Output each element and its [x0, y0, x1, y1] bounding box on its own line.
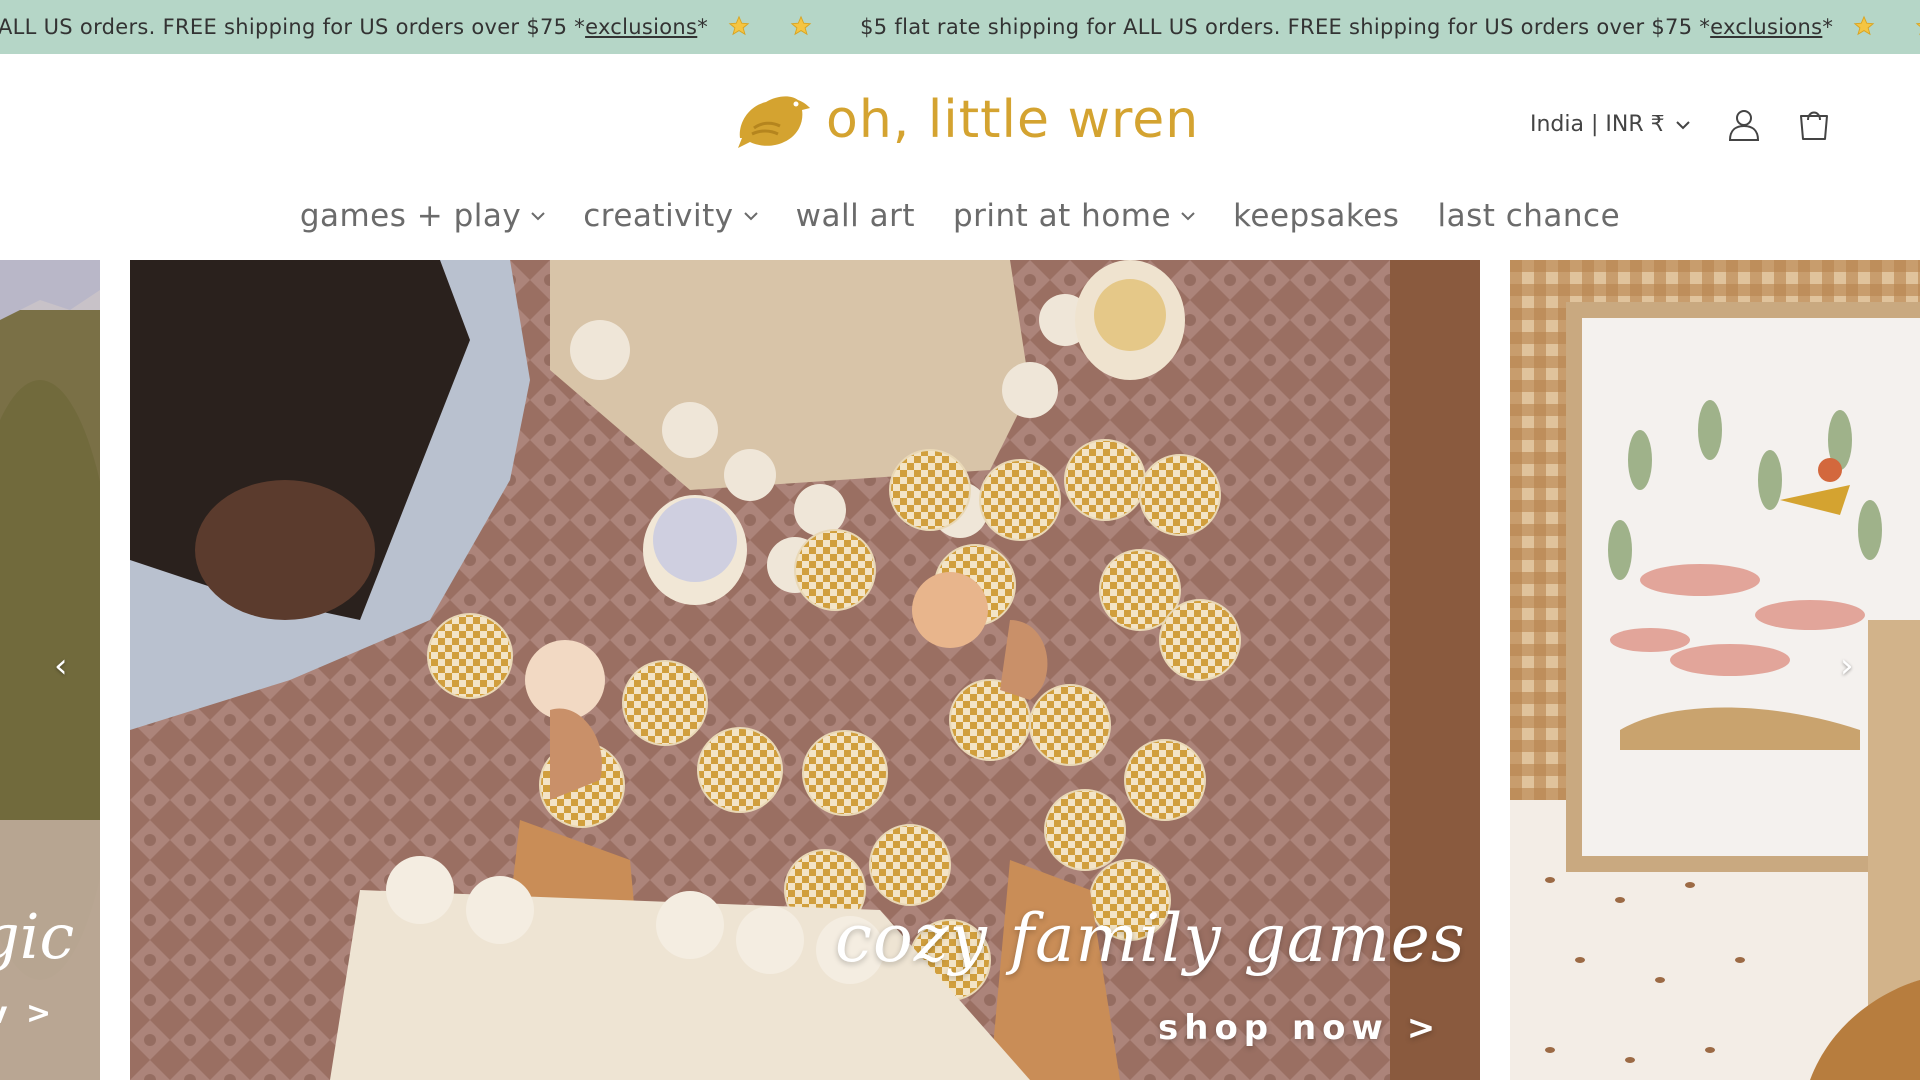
logo[interactable]: oh, little wren — [732, 88, 1199, 152]
hero-shop-now-link[interactable]: shop now > — [1158, 1008, 1441, 1048]
chevron-down-icon — [1181, 211, 1195, 220]
announcement-track: ALL US orders. FREE shipping for US orde… — [0, 0, 1920, 54]
slide-prev-cta: v > — [0, 996, 56, 1031]
carousel-prev-button[interactable]: ‹ — [54, 646, 68, 686]
carousel-slide-prev[interactable]: gic v > — [0, 260, 100, 1080]
cart-icon[interactable] — [1796, 106, 1832, 142]
wren-logo-icon — [738, 96, 810, 148]
announcement-item: $5 flat rate shipping for ALL US orders.… — [860, 15, 1920, 39]
announcement-suffix: * — [1822, 15, 1834, 39]
nav-item-wall-art[interactable]: wall art — [777, 198, 934, 234]
account-icon[interactable] — [1726, 106, 1762, 142]
carousel-next-button[interactable]: › — [1840, 646, 1854, 686]
chevron-down-icon — [743, 211, 758, 220]
nav-item-creativity[interactable]: creativity — [564, 198, 776, 234]
nav-item-last-chance[interactable]: last chance — [1418, 198, 1639, 234]
star-icon — [728, 15, 750, 36]
locale-selector[interactable]: India | INR ₹ — [1530, 112, 1691, 137]
announcement-item: ALL US orders. FREE shipping for US orde… — [0, 15, 832, 39]
announcement-suffix: * — [697, 15, 709, 39]
exclusions-link[interactable]: exclusions — [1710, 15, 1822, 39]
chevron-down-icon — [1675, 120, 1690, 129]
slide-next-image — [1510, 260, 1920, 1080]
nav-label: print at home — [952, 198, 1172, 234]
carousel-slide-current[interactable]: cozy family games shop now > — [130, 260, 1480, 1080]
star-icon — [1915, 23, 1920, 36]
nav-item-keepsakes[interactable]: keepsakes — [1214, 198, 1418, 234]
nav-label: games + play — [299, 198, 522, 234]
exclusions-link[interactable]: exclusions — [585, 15, 697, 39]
hero-title: cozy family games — [835, 900, 1466, 977]
main-nav: games + play creativity wall art print a… — [0, 198, 1920, 234]
slide-prev-title: gic — [0, 900, 75, 973]
announcement-text: ALL US orders. FREE shipping for US orde… — [0, 15, 586, 39]
star-icon — [1853, 15, 1875, 36]
announcement-bar: ALL US orders. FREE shipping for US orde… — [0, 0, 1920, 54]
locale-label: India | INR ₹ — [1530, 112, 1665, 137]
nav-item-print-at-home[interactable]: print at home — [934, 198, 1214, 234]
nav-item-games-play[interactable]: games + play — [281, 198, 564, 234]
nav-label: creativity — [583, 198, 734, 234]
site-header: oh, little wren India | INR ₹ games + pl… — [0, 54, 1920, 260]
logo-text: oh, little wren — [826, 90, 1200, 150]
nav-label: wall art — [795, 198, 915, 234]
chevron-down-icon — [531, 211, 545, 220]
nav-label: keepsakes — [1233, 198, 1400, 234]
carousel-slide-next[interactable] — [1510, 260, 1920, 1080]
hero-carousel: gic v > — [0, 260, 1920, 1080]
announcement-text: $5 flat rate shipping for ALL US orders.… — [860, 15, 1711, 39]
nav-label: last chance — [1437, 198, 1621, 234]
star-icon — [790, 15, 812, 36]
